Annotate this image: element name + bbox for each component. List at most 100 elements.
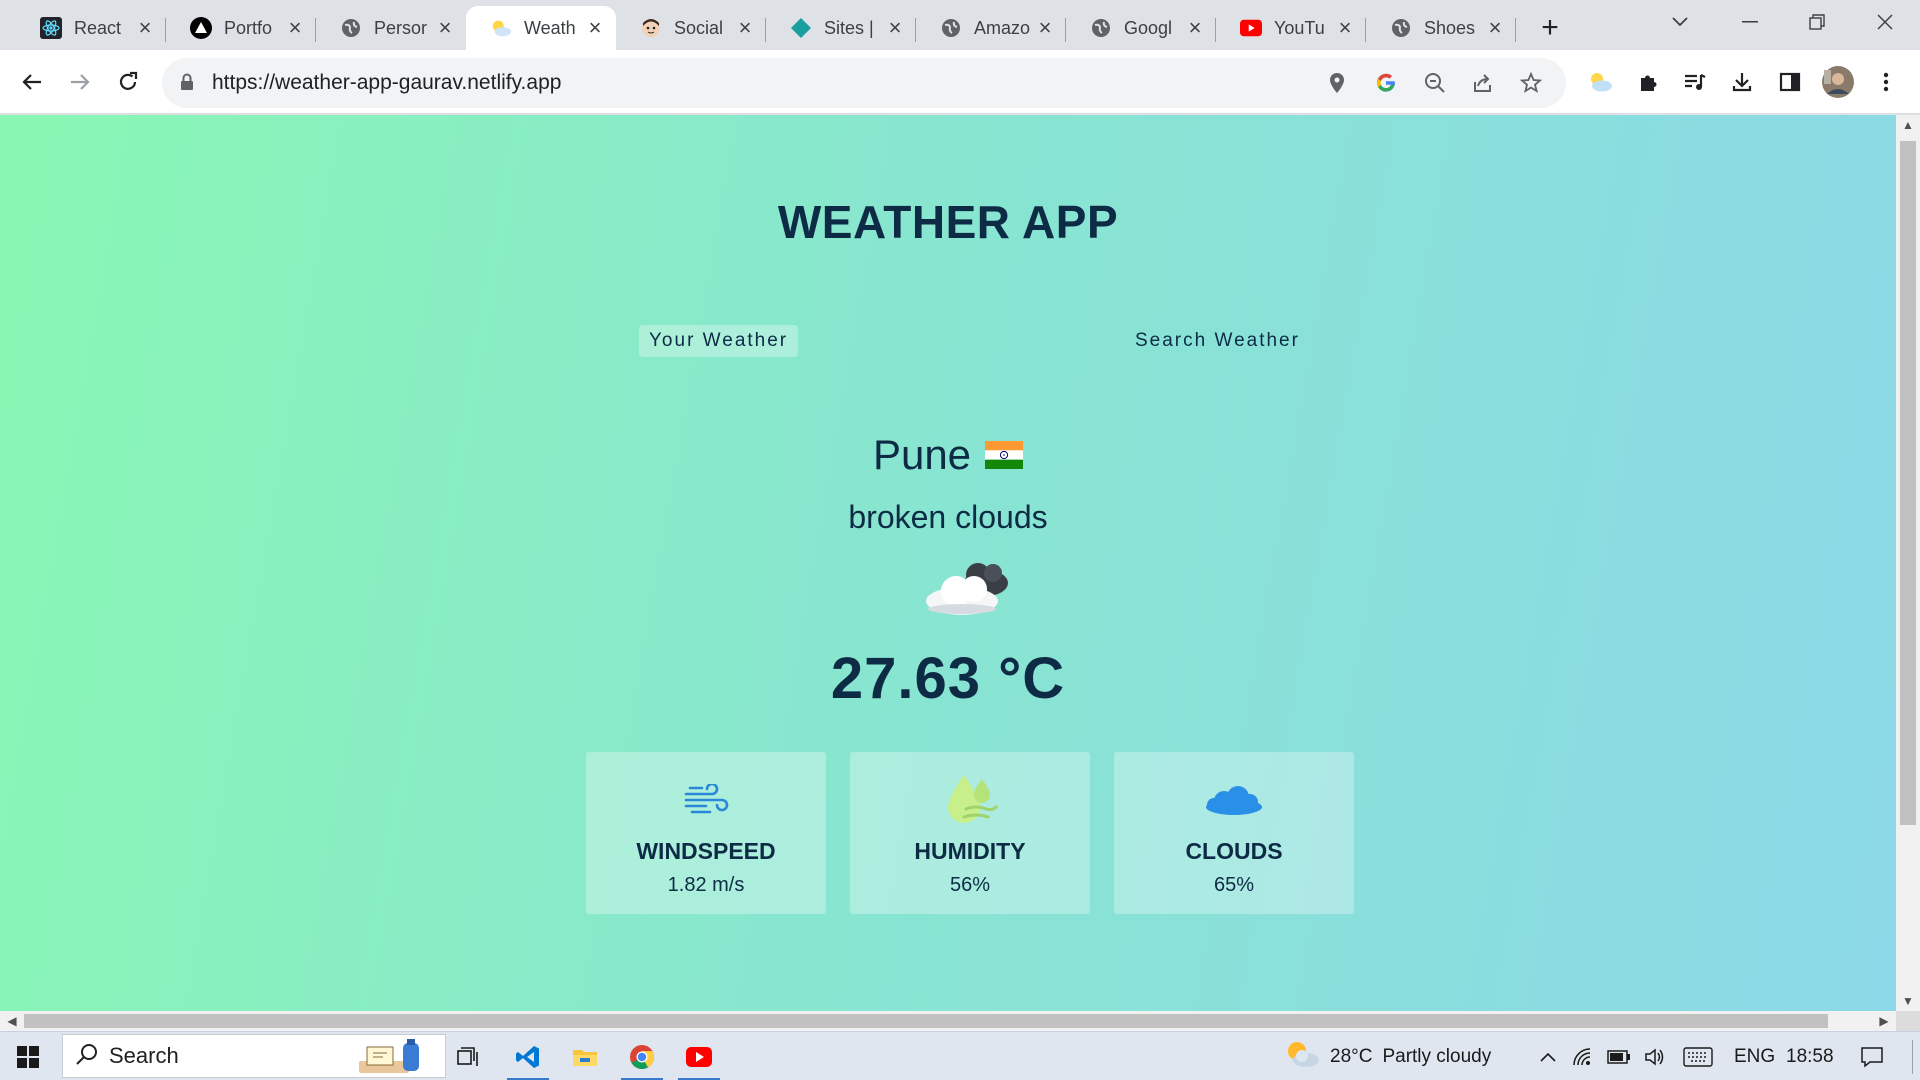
globe-icon [340, 17, 362, 39]
weather-favicon-icon [490, 17, 512, 39]
weather-extension-icon[interactable] [1580, 62, 1620, 102]
scroll-down-icon[interactable]: ▼ [1896, 991, 1920, 1011]
close-icon[interactable]: × [284, 15, 306, 40]
tab-portfolio[interactable]: Portfo × [166, 6, 316, 50]
horizontal-scrollbar[interactable]: ◀ ▶ [0, 1011, 1896, 1031]
system-clock[interactable]: 18:58 [1786, 1032, 1834, 1080]
chrome-taskbar-icon[interactable] [617, 1032, 667, 1080]
restore-button[interactable] [1782, 0, 1852, 44]
temperature: 27.63 °C [830, 646, 1066, 711]
weather-description: broken clouds [848, 499, 1048, 535]
location-pin-icon[interactable] [1322, 68, 1352, 98]
tab-social[interactable]: Social × [616, 6, 766, 50]
minimize-button[interactable] [1715, 0, 1785, 44]
address-bar[interactable]: https://weather-app-gaurav.netlify.app [162, 58, 1566, 108]
tab-separator [1515, 18, 1516, 42]
chrome-menu-icon[interactable] [1866, 62, 1906, 102]
new-tab-button[interactable]: + [1532, 10, 1568, 46]
tab-title: Portfo [224, 17, 273, 38]
clouds-card: CLOUDS 65% [1114, 752, 1354, 914]
close-icon[interactable]: × [1034, 15, 1056, 40]
avatar-favicon-icon [640, 17, 662, 39]
profile-avatar[interactable] [1818, 62, 1858, 102]
youtube-icon [1240, 17, 1262, 39]
globe-icon [1090, 17, 1112, 39]
close-window-button[interactable] [1850, 0, 1920, 44]
zoom-out-icon[interactable] [1420, 68, 1450, 98]
side-panel-icon[interactable] [1770, 62, 1810, 102]
close-icon[interactable]: × [434, 15, 456, 40]
touch-keyboard-icon[interactable] [1680, 1032, 1716, 1080]
tab-title: YouTu [1274, 17, 1325, 38]
tab-amazon[interactable]: Amazo × [916, 6, 1066, 50]
tab-search-weather[interactable]: Search Weather [1125, 325, 1310, 357]
wifi-icon[interactable] [1568, 1032, 1598, 1080]
notification-center-icon[interactable] [1852, 1032, 1892, 1080]
show-desktop-divider[interactable] [1912, 1040, 1913, 1074]
close-icon[interactable]: × [1184, 15, 1206, 40]
close-icon[interactable]: × [584, 15, 606, 40]
vscode-icon[interactable] [503, 1032, 553, 1080]
extensions-puzzle-icon[interactable] [1628, 62, 1668, 102]
youtube-app-icon[interactable] [674, 1032, 724, 1080]
close-icon[interactable]: × [884, 15, 906, 40]
taskbar-search-box[interactable]: Search [62, 1034, 446, 1078]
wind-icon [586, 772, 826, 828]
taskbar-weather-widget[interactable]: 28°C Partly cloudy [1284, 1032, 1491, 1080]
tab-title: Persor [374, 17, 428, 38]
lock-icon[interactable] [180, 73, 194, 96]
tab-shoes[interactable]: Shoes × [1366, 6, 1516, 50]
taskbar-temperature: 28°C [1330, 1045, 1373, 1067]
battery-icon[interactable] [1604, 1032, 1634, 1080]
close-icon[interactable]: × [734, 15, 756, 40]
url-text[interactable]: https://weather-app-gaurav.netlify.app [212, 71, 561, 95]
forward-button[interactable] [60, 62, 100, 102]
task-view-icon[interactable] [446, 1032, 490, 1080]
share-icon[interactable] [1468, 68, 1498, 98]
scrollbar-thumb[interactable] [1900, 141, 1916, 825]
tab-google[interactable]: Googl × [1066, 6, 1216, 50]
volume-icon[interactable] [1640, 1032, 1670, 1080]
tab-personal[interactable]: Persor × [316, 6, 466, 50]
search-highlight-icon [353, 1037, 433, 1080]
tab-youtube[interactable]: YouTu × [1216, 6, 1366, 50]
windows-start-icon[interactable] [6, 1032, 50, 1080]
reload-button[interactable] [108, 62, 148, 102]
close-icon[interactable]: × [1484, 15, 1506, 40]
scroll-up-icon[interactable]: ▲ [1896, 115, 1920, 135]
input-language[interactable]: ENG [1734, 1032, 1775, 1080]
download-icon[interactable] [1722, 62, 1762, 102]
scroll-left-icon[interactable]: ◀ [2, 1011, 22, 1031]
tab-search-chevron-icon[interactable] [1645, 0, 1715, 44]
search-label: Search [109, 1043, 179, 1068]
stat-label: CLOUDS [1185, 838, 1283, 864]
scroll-right-icon[interactable]: ▶ [1874, 1011, 1894, 1031]
cloud-icon [1114, 772, 1354, 828]
tab-sites[interactable]: Sites | × [766, 6, 916, 50]
back-button[interactable] [12, 62, 52, 102]
tab-title: Weath [524, 17, 576, 38]
bookmark-star-icon[interactable] [1516, 68, 1546, 98]
react-icon [40, 17, 62, 39]
scrollbar-thumb[interactable] [24, 1014, 1828, 1028]
diamond-favicon-icon [790, 17, 812, 39]
media-playlist-icon[interactable] [1675, 62, 1715, 102]
tab-weather[interactable]: Weath × [466, 6, 616, 50]
tab-react[interactable]: React × [16, 6, 166, 50]
page-viewport: WEATHER APP Your Weather Search Weather … [0, 115, 1896, 1011]
windows-taskbar: Search 28°C Partly cloudy ENG 18:58 [0, 1031, 1920, 1080]
tab-your-weather[interactable]: Your Weather [639, 325, 799, 357]
page-title: WEATHER APP [777, 196, 1119, 248]
humidity-icon [850, 772, 1090, 828]
city-name: Pune [872, 431, 972, 478]
tab-title: React [74, 17, 122, 38]
vertical-scrollbar[interactable]: ▲ ▼ [1896, 115, 1920, 1011]
file-explorer-icon[interactable] [560, 1032, 610, 1080]
google-lens-icon[interactable] [1371, 68, 1401, 98]
close-icon[interactable]: × [134, 15, 156, 40]
globe-icon [940, 17, 962, 39]
stat-value: 1.82 m/s [667, 874, 745, 896]
close-icon[interactable]: × [1334, 15, 1356, 40]
show-hidden-icons-chevron-icon[interactable] [1534, 1032, 1562, 1080]
stat-value: 65% [1213, 874, 1255, 896]
